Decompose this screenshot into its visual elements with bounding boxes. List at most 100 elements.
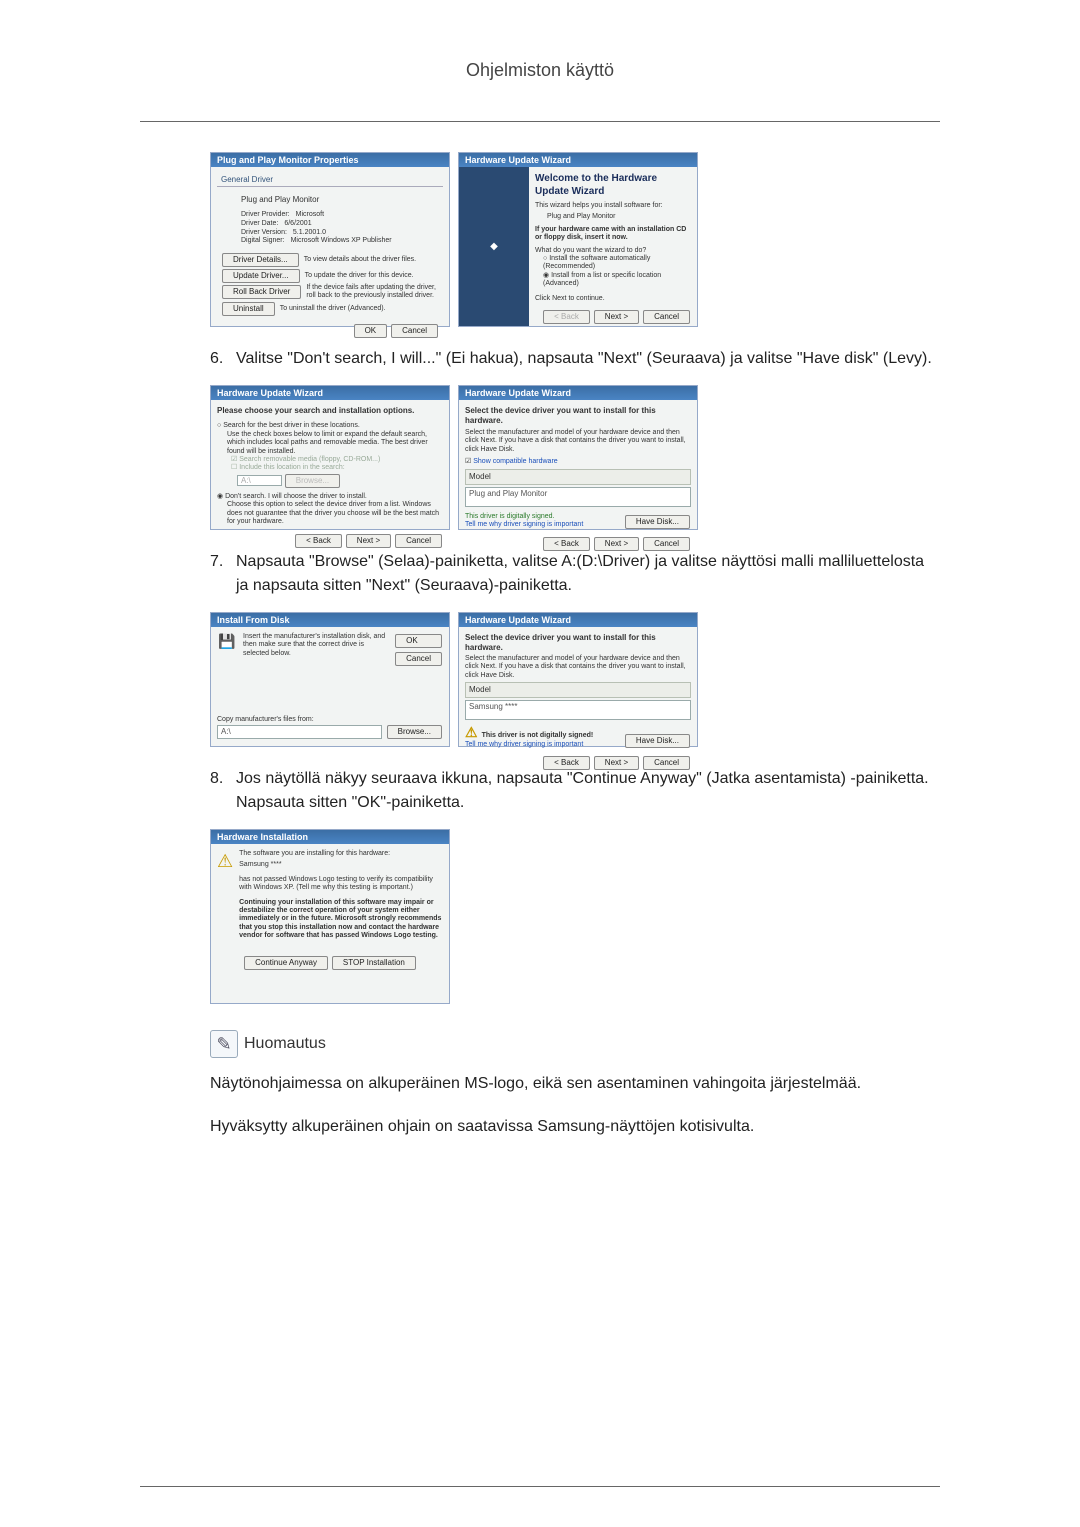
label: Driver Version: <box>241 229 287 238</box>
screenshot-wizard-welcome: Hardware Update Wizard ◆ Welcome to the … <box>458 152 698 327</box>
heading: Select the device driver you want to ins… <box>465 633 691 653</box>
update-driver-button[interactable]: Update Driver... <box>222 269 300 283</box>
radio-auto[interactable]: Install the software automatically (Reco… <box>543 255 650 270</box>
signing-link[interactable]: Tell me why driver signing is important <box>465 521 583 529</box>
notsigned-text: This driver is not digitally signed! <box>482 732 594 739</box>
text: If your hardware came with an installati… <box>535 226 691 243</box>
text: Select the manufacturer and model of you… <box>465 655 691 680</box>
warning-icon: ⚠ <box>465 724 478 740</box>
next-button[interactable]: Next > <box>346 534 391 548</box>
dialog-title: Hardware Update Wizard <box>211 386 449 400</box>
cancel-button[interactable]: Cancel <box>643 537 690 551</box>
step-6-text: Valitse "Don't search, I will..." (Ei ha… <box>236 347 940 371</box>
label: Copy manufacturer's files from: <box>217 716 443 724</box>
page-title: Ohjelmiston käyttö <box>140 60 940 81</box>
step-8-text: Jos näytöllä näkyy seuraava ikkuna, naps… <box>236 767 940 815</box>
note-paragraph-1: Näytönohjaimessa on alkuperäinen MS-logo… <box>210 1072 940 1097</box>
cancel-button[interactable]: Cancel <box>391 324 438 338</box>
radio-list[interactable]: Install from a list or specific location… <box>543 272 661 287</box>
text: Continuing your installation of this sof… <box>239 899 443 941</box>
heading: Select the device driver you want to ins… <box>465 406 691 426</box>
model-item[interactable]: Samsung **** <box>465 700 691 720</box>
chk-removable: Search removable media (floppy, CD-ROM..… <box>239 456 380 463</box>
step-7-text: Napsauta "Browse" (Selaa)-painiketta, va… <box>236 550 940 598</box>
path-field: A:\ <box>237 475 282 486</box>
show-compatible-check[interactable]: Show compatible hardware <box>473 458 557 465</box>
step-8-number: 8. <box>210 767 236 815</box>
signed-text: This driver is digitally signed. <box>465 513 583 521</box>
next-button[interactable]: Next > <box>594 310 639 324</box>
step-7-number: 7. <box>210 550 236 598</box>
model-header: Model <box>465 682 691 698</box>
cancel-button[interactable]: Cancel <box>395 534 442 548</box>
warning-icon: ⚠ <box>217 850 233 941</box>
text: The software you are installing for this… <box>239 850 443 858</box>
wizard-sidebar-image: ◆ <box>459 167 529 326</box>
note-label: Huomautus <box>244 1035 326 1053</box>
have-disk-button[interactable]: Have Disk... <box>625 515 690 529</box>
screenshot-install-from-disk: Install From Disk 💾 Insert the manufactu… <box>210 612 450 747</box>
browse-button[interactable]: Browse... <box>387 725 442 739</box>
label: Digital Signer: <box>241 237 285 246</box>
back-button[interactable]: < Back <box>295 534 342 548</box>
path-input[interactable]: A:\ <box>217 725 382 739</box>
value: 6/6/2001 <box>284 220 311 229</box>
screenshot-wizard-select-driver-2: Hardware Update Wizard Select the device… <box>458 612 698 747</box>
text: Insert the manufacturer's installation d… <box>243 633 388 667</box>
desc: To view details about the driver files. <box>304 256 416 264</box>
chk-location: Include this location in the search: <box>239 464 344 471</box>
continue-anyway-button[interactable]: Continue Anyway <box>244 956 328 970</box>
ok-button[interactable]: OK <box>354 324 388 338</box>
rollback-button[interactable]: Roll Back Driver <box>222 285 301 299</box>
model-header: Model <box>465 469 691 485</box>
note-paragraph-2: Hyväksytty alkuperäinen ohjain on saatav… <box>210 1115 940 1140</box>
back-button[interactable]: < Back <box>543 537 590 551</box>
value: Microsoft Windows XP Publisher <box>291 237 392 246</box>
driver-details-button[interactable]: Driver Details... <box>222 253 299 267</box>
divider <box>140 121 940 122</box>
desc: If the device fails after updating the d… <box>306 284 439 301</box>
signing-link[interactable]: Tell me why driver signing is important <box>465 741 593 749</box>
heading: Please choose your search and installati… <box>217 406 443 416</box>
disk-icon: 💾 <box>217 633 237 667</box>
text: Choose this option to select the device … <box>227 501 443 526</box>
have-disk-button[interactable]: Have Disk... <box>625 734 690 748</box>
desc: To uninstall the driver (Advanced). <box>280 305 386 313</box>
label: Driver Provider: <box>241 211 290 220</box>
cancel-button[interactable]: Cancel <box>643 310 690 324</box>
text: Use the check boxes below to limit or ex… <box>227 431 443 456</box>
screenshot-wizard-choose: Hardware Update Wizard Please choose you… <box>210 385 450 530</box>
text: Samsung **** <box>239 861 443 869</box>
dialog-title: Hardware Update Wizard <box>459 153 697 167</box>
stop-installation-button[interactable]: STOP Installation <box>332 956 416 970</box>
text: has not passed Windows Logo testing to v… <box>239 876 443 893</box>
uninstall-button[interactable]: Uninstall <box>222 302 275 316</box>
footer-divider <box>140 1486 940 1487</box>
next-button[interactable]: Next > <box>594 537 639 551</box>
cancel-button[interactable]: Cancel <box>395 652 442 666</box>
dialog-title: Hardware Update Wizard <box>459 613 697 627</box>
dialog-title: Hardware Installation <box>211 830 449 844</box>
step-6-number: 6. <box>210 347 236 371</box>
ok-button[interactable]: OK <box>395 634 442 648</box>
screenshot-properties: Plug and Play Monitor Properties General… <box>210 152 450 327</box>
label: Driver Date: <box>241 220 278 229</box>
screenshot-hardware-installation: Hardware Installation ⚠ The software you… <box>210 829 450 1004</box>
browse-button: Browse... <box>285 474 340 488</box>
value: Microsoft <box>296 211 324 220</box>
back-button: < Back <box>543 310 590 324</box>
device-name: Plug and Play Monitor <box>241 195 439 205</box>
dialog-title: Plug and Play Monitor Properties <box>211 153 449 167</box>
dialog-title: Hardware Update Wizard <box>459 386 697 400</box>
text: Plug and Play Monitor <box>547 213 691 221</box>
radio-dont-search[interactable]: Don't search. I will choose the driver t… <box>225 493 367 500</box>
desc: To update the driver for this device. <box>305 272 414 280</box>
text: This wizard helps you install software f… <box>535 202 691 210</box>
model-item[interactable]: Plug and Play Monitor <box>465 487 691 507</box>
tabs: General Driver <box>217 173 443 187</box>
text: What do you want the wizard to do? <box>535 247 691 255</box>
text: Click Next to continue. <box>535 295 691 303</box>
dialog-title: Install From Disk <box>211 613 449 627</box>
value: 5.1.2001.0 <box>293 229 326 238</box>
radio-search[interactable]: Search for the best driver in these loca… <box>223 422 360 429</box>
